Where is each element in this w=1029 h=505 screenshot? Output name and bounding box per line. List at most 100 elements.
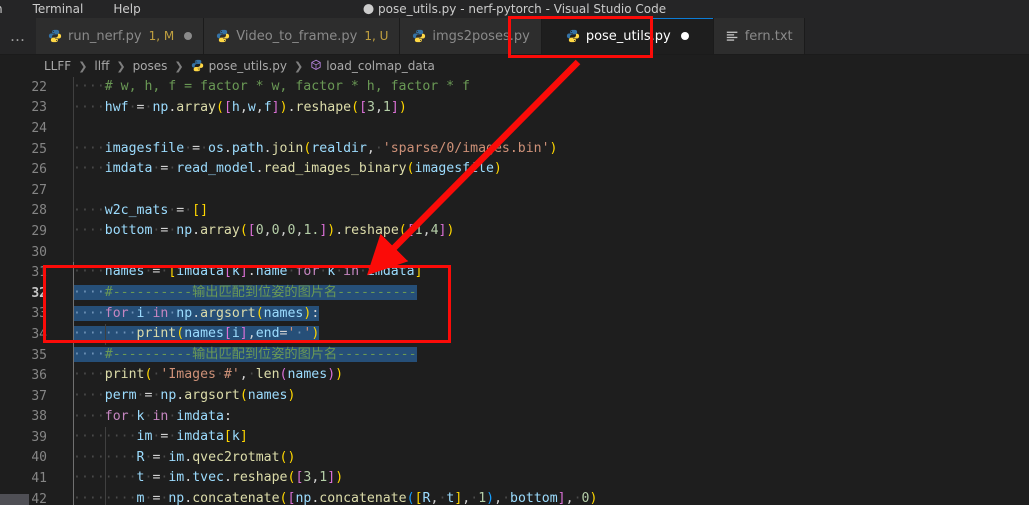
code-line-text[interactable]: ····imdata·=·read_model.read_images_bina…	[66, 159, 1029, 180]
indent-guide	[73, 179, 74, 201]
line-number: 30	[31, 244, 47, 260]
code-line[interactable]: 28 ····w2c_mats·=·[]	[0, 200, 1029, 222]
tab-imgs2poses-py[interactable]: imgs2poses.py	[400, 18, 542, 54]
tab-label: imgs2poses.py	[432, 28, 530, 44]
breadcrumb-item-poses[interactable]: poses	[131, 59, 170, 73]
code-line-text[interactable]: ········R·=·im.qvec2rotmat()	[66, 447, 1029, 469]
code-line[interactable]: 31 ····names·=·[imdata[k].name·for·k·in·i…	[0, 262, 1029, 283]
code-line[interactable]: 39 ········im·=·imdata[k]	[0, 427, 1029, 448]
tab-dirty-dot-icon[interactable]	[184, 32, 193, 40]
python-icon	[48, 29, 62, 43]
code-line-text[interactable]: ········print(names[i],end='·')	[66, 324, 1029, 345]
code-line-text[interactable]: ····perm·=·np.argsort(names)	[66, 385, 1029, 407]
indent-guide	[73, 365, 74, 386]
code-line[interactable]: 23 ····hwf·=·np.array([h,w,f]).reshape([3…	[0, 97, 1029, 119]
tab-fern-txt[interactable]: fern.txt	[713, 18, 805, 54]
breadcrumb-item-load-colmap-data[interactable]: load_colmap_data	[308, 59, 437, 74]
breadcrumb-label: load_colmap_data	[326, 59, 435, 73]
code-line-text[interactable]: ····#----------输出匹配到位姿的图片名----------	[66, 344, 1029, 366]
code-line[interactable]: 35 ····#----------输出匹配到位姿的图片名----------	[0, 344, 1029, 366]
indent-guide	[104, 447, 106, 469]
vscode-window: n Terminal Help ● pose_utils.py - nerf-p…	[0, 0, 1029, 505]
line-number: 39	[31, 429, 47, 445]
indent-guide	[73, 324, 74, 345]
code-line-text[interactable]: ····imagesfile·=·os.path.join(realdir,·'…	[66, 138, 1029, 160]
code-line[interactable]: 33 ····for·i·in·np.argsort(names):	[0, 303, 1029, 325]
breadcrumb-label: poses	[132, 59, 168, 73]
code-line-text[interactable]	[66, 179, 1029, 201]
line-number: 40	[31, 450, 47, 466]
code-line[interactable]: 34 ········print(names[i],end='·')	[0, 324, 1029, 345]
menu-help[interactable]: Help	[110, 0, 143, 18]
code-line[interactable]: 26 ····imdata·=·read_model.read_images_bi…	[0, 159, 1029, 180]
tab-label: fern.txt	[744, 28, 793, 44]
breadcrumb-separator-icon: ❯	[78, 59, 88, 73]
tab-dirty-dot-icon[interactable]	[680, 32, 689, 40]
code-line[interactable]: 38 ····for·k·in·imdata:	[0, 406, 1029, 428]
tab-label: run_nerf.py	[68, 28, 142, 44]
code-line-text[interactable]: ····#----------输出匹配到位姿的图片名----------	[66, 282, 1029, 304]
python-icon	[191, 59, 205, 73]
code-line-text[interactable]: ····w2c_mats·=·[]	[66, 200, 1029, 222]
indent-guide	[73, 447, 74, 469]
line-number: 35	[31, 347, 47, 363]
indent-guide	[104, 468, 106, 489]
text-file-icon	[726, 30, 739, 43]
code-lines-container[interactable]: 22 ····# w, h, f = factor * w, factor * h…	[0, 77, 1029, 505]
code-line-text[interactable]: ····bottom·=·np.array([0,0,0,1.]).reshap…	[66, 221, 1029, 242]
tab-run-nerf-py[interactable]: run_nerf.py 1, M	[36, 18, 205, 54]
symbol-function-icon	[310, 59, 322, 74]
line-number: 34	[31, 326, 47, 342]
indent-guide	[73, 118, 74, 139]
indent-guide	[104, 488, 106, 505]
code-line-text[interactable]: ········im·=·imdata[k]	[66, 427, 1029, 448]
code-line[interactable]: 37 ····perm·=·np.argsort(names)	[0, 385, 1029, 407]
code-line-text[interactable]	[66, 241, 1029, 263]
code-line-text[interactable]: ····print(·'Images·#',·len(names))	[66, 365, 1029, 386]
tab-label: pose_utils.py	[585, 28, 671, 44]
code-line[interactable]: 42········m·=·np.concatenate([np.concate…	[0, 488, 1029, 505]
line-number: 36	[31, 368, 47, 384]
tab-video-to-frame-py[interactable]: Video_to_frame.py 1, U	[204, 18, 401, 54]
code-line[interactable]: 29 ····bottom·=·np.array([0,0,0,1.]).resh…	[0, 221, 1029, 242]
tab-pose-utils-py[interactable]: pose_utils.py	[541, 18, 714, 54]
code-line-text[interactable]	[66, 118, 1029, 139]
code-line-text[interactable]: ········t·=·im.tvec.reshape([3,1])	[66, 468, 1029, 489]
menu-bar: n Terminal Help	[0, 0, 144, 18]
breadcrumb-separator-icon: ❯	[174, 59, 184, 73]
breadcrumb-item-pose-utils-py[interactable]: pose_utils.py	[189, 59, 289, 73]
python-icon	[412, 29, 426, 43]
line-number: 38	[31, 409, 47, 425]
code-line-text[interactable]: ········m·=·np.concatenate([np.concatena…	[66, 488, 1029, 505]
code-line[interactable]: 25 ····imagesfile·=·os.path.join(realdir,…	[0, 138, 1029, 160]
tabs-overflow-icon[interactable]: …	[0, 18, 36, 54]
code-editor[interactable]: 22 ····# w, h, f = factor * w, factor * h…	[0, 77, 1029, 505]
breadcrumb-separator-icon: ❯	[294, 59, 304, 73]
breadcrumb-item-llff-root[interactable]: LLFF	[42, 59, 73, 73]
code-line[interactable]: 41 ········t·=·im.tvec.reshape([3,1])	[0, 468, 1029, 489]
line-number: 22	[31, 79, 47, 95]
horizontal-scrollbar[interactable]	[0, 494, 29, 505]
code-line-text[interactable]: ····names·=·[imdata[k].name·for·k·in·imd…	[66, 262, 1029, 283]
code-line[interactable]: 27	[0, 179, 1029, 201]
indent-guide	[73, 262, 74, 283]
code-line[interactable]: 30	[0, 241, 1029, 263]
dirty-indicator-icon: ●	[362, 1, 375, 17]
code-line[interactable]: 32 ····#----------输出匹配到位姿的图片名----------	[0, 282, 1029, 304]
code-line[interactable]: 22 ····# w, h, f = factor * w, factor * h…	[0, 77, 1029, 98]
breadcrumb-item-llff[interactable]: llff	[92, 59, 111, 73]
code-line-text[interactable]: ····for·k·in·imdata:	[66, 406, 1029, 428]
code-line-text[interactable]: ····# w, h, f = factor * w, factor * h, …	[66, 77, 1029, 98]
code-line-text[interactable]: ····for·i·in·np.argsort(names):	[66, 303, 1029, 325]
line-number: 37	[31, 388, 47, 404]
code-line[interactable]: 24	[0, 118, 1029, 139]
indent-guide	[104, 324, 106, 345]
code-line[interactable]: 36 ····print(·'Images·#',·len(names))	[0, 365, 1029, 386]
code-line[interactable]: 40 ········R·=·im.qvec2rotmat()	[0, 447, 1029, 469]
menu-terminal[interactable]: Terminal	[30, 0, 87, 18]
breadcrumb-label: LLFF	[44, 59, 72, 73]
indent-guide	[104, 427, 106, 448]
indent-guide	[73, 406, 74, 428]
menu-run-clipped[interactable]: n	[0, 0, 6, 18]
code-line-text[interactable]: ····hwf·=·np.array([h,w,f]).reshape([3,1…	[66, 97, 1029, 119]
